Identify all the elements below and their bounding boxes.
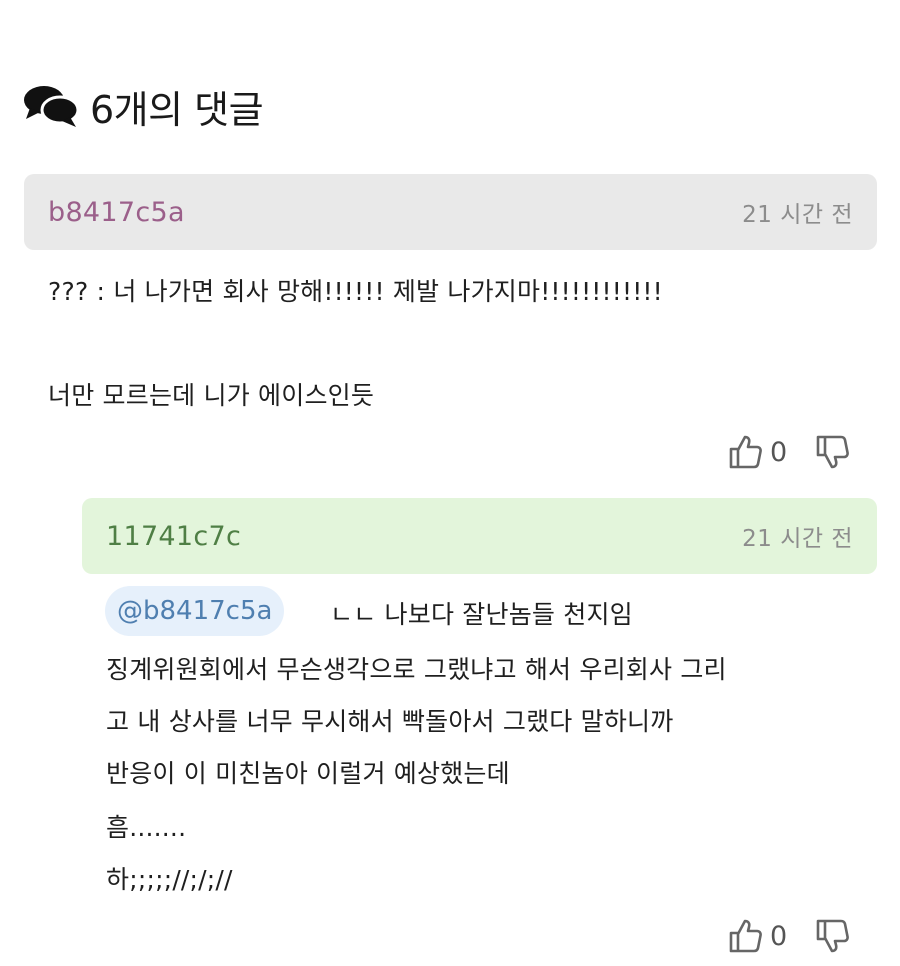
comment-text-line: 흠....... <box>106 813 187 842</box>
comment-header: b8417c5a 21 시간 전 <box>24 174 877 250</box>
comments-count-title: 6개의 댓글 <box>90 87 264 132</box>
comment-text-line: 너만 모르는데 니가 에이스인듯 <box>48 381 375 410</box>
thumbs-down-icon[interactable] <box>815 918 850 954</box>
comment-text-line: 하;;;;;//;/;// <box>106 865 233 894</box>
comment-votes: 0 <box>728 434 850 470</box>
reply-header: 11741c7c 21 시간 전 <box>82 498 877 574</box>
comment-text-line: ㄴㄴ 나보다 잘난놈들 천지임 <box>330 600 633 629</box>
thumbs-down-icon[interactable] <box>815 434 850 470</box>
comment-timestamp: 21 시간 전 <box>742 526 853 552</box>
thumbs-up-icon[interactable] <box>728 918 762 954</box>
comment-text-line: 징계위원회에서 무슨생각으로 그랬냐고 해서 우리회사 그리 <box>106 655 727 684</box>
like-count: 0 <box>770 920 788 952</box>
comments-header: 6개의 댓글 <box>22 78 264 134</box>
comment-author[interactable]: 11741c7c <box>106 521 241 552</box>
comment-votes: 0 <box>728 918 850 954</box>
thumbs-up-icon[interactable] <box>728 434 762 470</box>
like-count: 0 <box>770 436 788 468</box>
comments-icon <box>22 83 80 129</box>
comment-text-line: 고 내 상사를 너무 무시해서 빡돌아서 그랬다 말하니까 <box>106 707 674 736</box>
mention-chip[interactable]: @b8417c5a <box>105 586 285 636</box>
comment-text-line: ??? : 너 나가면 회사 망해!!!!!! 제발 나가지마!!!!!!!!!… <box>48 277 663 306</box>
comment-text-line: 반응이 이 미친놈아 이럴거 예상했는데 <box>106 759 510 788</box>
comment-timestamp: 21 시간 전 <box>742 202 853 228</box>
comment-author[interactable]: b8417c5a <box>48 197 185 228</box>
